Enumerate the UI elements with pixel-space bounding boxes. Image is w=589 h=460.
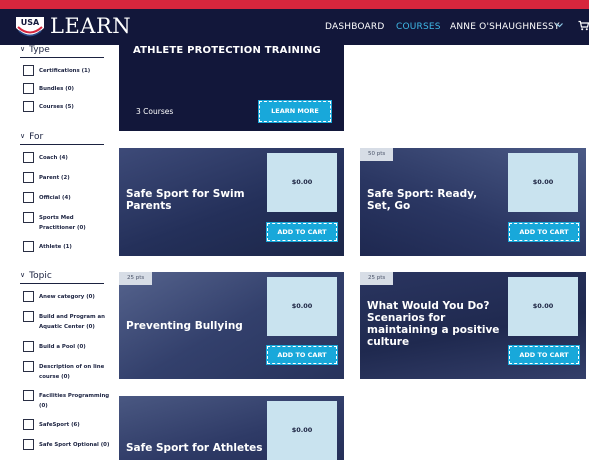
checkbox[interactable]: [23, 241, 34, 252]
price: $0.00: [291, 178, 313, 186]
chevron-down-icon: ∨: [20, 45, 26, 53]
filter-section-topic[interactable]: ∨ Topic: [20, 271, 52, 281]
add-to-cart-button[interactable]: ADD TO CART: [508, 222, 580, 242]
hero-title: ATHLETE PROTECTION TRAINING: [133, 45, 321, 56]
course-title[interactable]: Preventing Bullying: [126, 320, 256, 332]
course-title[interactable]: Safe Sport: Ready, Set, Go: [367, 188, 497, 212]
checkbox[interactable]: [23, 152, 34, 163]
nav-user-menu[interactable]: ANNE O'SHAUGHNESSY: [450, 22, 560, 32]
checkbox[interactable]: [23, 361, 34, 372]
filter-label: SafeSport (6): [39, 422, 80, 428]
filter-label: Certifications (1): [39, 68, 91, 74]
points-badge: 25 pts: [360, 272, 394, 285]
course-card[interactable]: 25 pts What Would You Do? Scenarios for …: [360, 272, 586, 379]
section-divider: [20, 144, 104, 145]
filter-label: Build and Program an Aquatic Center (0): [39, 314, 106, 330]
price-box: $0.00: [508, 277, 578, 336]
price-box: $0.00: [267, 277, 337, 336]
checkbox[interactable]: [23, 83, 34, 94]
filter-section-for[interactable]: ∨ For: [20, 132, 43, 142]
course-title[interactable]: Safe Sport for Swim Parents: [126, 188, 256, 212]
filter-sidebar: ∨ Type Certifications (1) Bundles (0) Cou…: [20, 45, 110, 460]
filter-label: Sports Med Practitioner (0): [39, 215, 86, 231]
filter-label: Parent (2): [39, 175, 70, 181]
chevron-down-icon: ∨: [20, 132, 26, 140]
hero-bundle-card: ATHLETE PROTECTION TRAINING 3 Courses LE…: [119, 45, 344, 131]
checkbox[interactable]: [23, 341, 34, 352]
filter-label: Athlete (1): [39, 244, 72, 250]
price: $0.00: [532, 302, 554, 310]
usa-swimming-shield-icon[interactable]: USA: [14, 14, 46, 40]
filter-label: Build a Pool (0): [39, 344, 86, 350]
filter-section-title: For: [29, 132, 44, 142]
checkbox[interactable]: [23, 101, 34, 112]
course-card[interactable]: Safe Sport for Swim Parents $0.00 ADD TO…: [119, 148, 344, 256]
checkbox[interactable]: [23, 311, 34, 322]
add-to-cart-button[interactable]: ADD TO CART: [508, 345, 580, 365]
section-divider: [20, 57, 104, 58]
price-box: $0.00: [267, 153, 337, 212]
chevron-down-icon[interactable]: [556, 21, 563, 32]
price: $0.00: [291, 426, 313, 434]
checkbox[interactable]: [23, 439, 34, 450]
logo-text: USA: [21, 18, 40, 27]
checkbox[interactable]: [23, 390, 34, 401]
course-card[interactable]: 25 pts Preventing Bullying $0.00 ADD TO …: [119, 272, 344, 379]
price-box: $0.00: [508, 153, 578, 212]
top-accent-stripe: [0, 0, 589, 9]
learn-more-button[interactable]: LEARN MORE: [258, 100, 332, 123]
points-badge: 50 pts: [360, 148, 394, 161]
filter-section-type[interactable]: ∨ Type: [20, 45, 50, 55]
site-header: USA LEARN DASHBOARD COURSES ANNE O'SHAUG…: [0, 9, 589, 45]
cart-icon[interactable]: [578, 20, 589, 34]
filter-section-title: Type: [29, 45, 50, 55]
add-to-cart-button[interactable]: ADD TO CART: [266, 345, 338, 365]
filter-label: Facilities Programming (0): [39, 393, 110, 409]
filter-label: Bundles (0): [39, 86, 74, 92]
filter-label: Anew category (0): [39, 294, 95, 300]
filter-label: Safe Sport Optional (0): [39, 442, 110, 448]
points-badge: 25 pts: [119, 272, 153, 285]
price-box: $0.00: [267, 401, 337, 460]
filter-section-title: Topic: [29, 271, 52, 281]
course-title[interactable]: What Would You Do? Scenarios for maintai…: [367, 300, 505, 348]
hero-course-count: 3 Courses: [136, 107, 174, 116]
section-divider: [20, 283, 104, 284]
chevron-down-icon: ∨: [20, 271, 26, 279]
checkbox[interactable]: [23, 172, 34, 183]
price: $0.00: [532, 178, 554, 186]
filter-label: Official (4): [39, 195, 71, 201]
nav-courses[interactable]: COURSES: [396, 22, 441, 32]
brand-title: LEARN: [50, 14, 132, 38]
filter-label: Description of on line course (0): [39, 364, 105, 380]
course-card[interactable]: 50 pts Safe Sport: Ready, Set, Go $0.00 …: [360, 148, 586, 256]
course-title[interactable]: Safe Sport for Athletes: [126, 442, 276, 454]
checkbox[interactable]: [23, 192, 34, 203]
checkbox[interactable]: [23, 212, 34, 223]
checkbox[interactable]: [23, 419, 34, 430]
checkbox[interactable]: [23, 291, 34, 302]
filter-label: Coach (4): [39, 155, 68, 161]
nav-dashboard[interactable]: DASHBOARD: [325, 22, 385, 32]
course-card[interactable]: Safe Sport for Athletes $0.00: [119, 396, 344, 460]
price: $0.00: [291, 302, 313, 310]
add-to-cart-button[interactable]: ADD TO CART: [266, 222, 338, 242]
checkbox[interactable]: [23, 65, 34, 76]
filter-label: Courses (5): [39, 104, 74, 110]
